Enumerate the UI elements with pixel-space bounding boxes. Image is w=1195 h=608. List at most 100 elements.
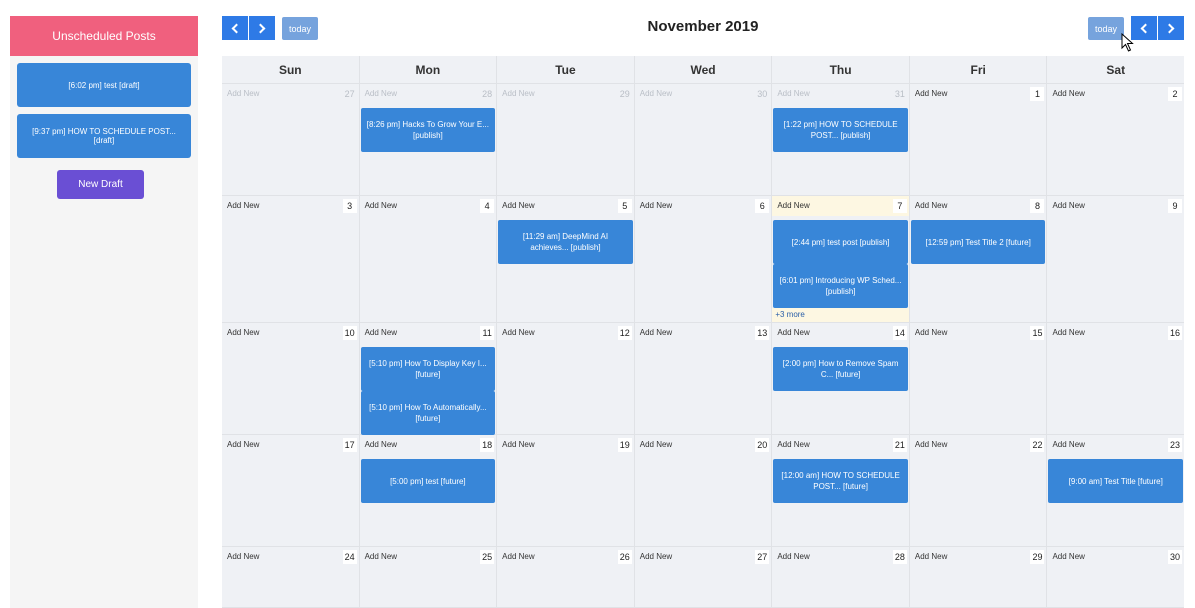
add-new-link[interactable]: Add New	[365, 89, 397, 98]
day-cell[interactable]: Add New 22	[910, 435, 1048, 546]
calendar-event[interactable]: [2:44 pm] test post [publish]	[773, 220, 908, 264]
next-month-button-left[interactable]	[249, 16, 275, 40]
today-button-left[interactable]: today	[282, 17, 318, 40]
day-cell[interactable]: Add New 18 [5:00 pm] test [future]	[360, 435, 498, 546]
add-new-link[interactable]: Add New	[365, 552, 397, 561]
add-new-link[interactable]: Add New	[1052, 440, 1084, 449]
add-new-link[interactable]: Add New	[640, 89, 672, 98]
today-button-right[interactable]: today	[1088, 17, 1124, 40]
add-new-link[interactable]: Add New	[915, 201, 947, 210]
day-cell[interactable]: Add New 16	[1047, 323, 1184, 434]
prev-month-button-left[interactable]	[222, 16, 248, 40]
day-cell[interactable]: Add New 4	[360, 196, 498, 322]
day-cell[interactable]: Add New 26	[497, 547, 635, 607]
day-cell[interactable]: Add New 7 [2:44 pm] test post [publish] [6:…	[772, 196, 910, 322]
day-cell[interactable]: Add New 1	[910, 84, 1048, 195]
add-new-link[interactable]: Add New	[777, 328, 809, 337]
add-new-link[interactable]: Add New	[502, 552, 534, 561]
calendar-event[interactable]: [11:29 am] DeepMind AI achieves... [publ…	[498, 220, 633, 264]
add-new-link[interactable]: Add New	[1052, 328, 1084, 337]
calendar-event[interactable]: [5:10 pm] How To Automatically... [futur…	[360, 391, 496, 435]
day-number: 29	[619, 89, 630, 99]
add-new-link[interactable]: Add New	[227, 328, 259, 337]
day-cell[interactable]: Add New 28	[772, 547, 910, 607]
add-new-link[interactable]: Add New	[915, 89, 947, 98]
day-cell[interactable]: Add New 10	[222, 323, 360, 434]
day-cell-header: Add New 26	[497, 547, 634, 567]
day-cell[interactable]: Add New 21 [12:00 am] HOW TO SCHEDULE POST…	[772, 435, 910, 546]
calendar-event[interactable]: [5:10 pm] How To Display Key I... [futur…	[360, 347, 496, 391]
new-draft-button[interactable]: New Draft	[57, 170, 144, 199]
day-cell[interactable]: Add New 29	[497, 84, 635, 195]
add-new-link[interactable]: Add New	[365, 201, 397, 210]
add-new-link[interactable]: Add New	[915, 328, 947, 337]
add-new-link[interactable]: Add New	[1052, 552, 1084, 561]
add-new-link[interactable]: Add New	[1052, 201, 1084, 210]
day-cell[interactable]: Add New 25	[360, 547, 498, 607]
calendar-event[interactable]: [2:00 pm] How to Remove Spam C... [futur…	[773, 347, 908, 391]
add-new-link[interactable]: Add New	[1052, 89, 1084, 98]
day-number: 26	[617, 550, 632, 564]
calendar-event[interactable]: [9:00 am] Test Title [future]	[1048, 459, 1184, 503]
calendar-event[interactable]: [1:22 pm] HOW TO SCHEDULE POST... [publi…	[773, 108, 908, 152]
day-cell[interactable]: Add New 23 [9:00 am] Test Title [future]	[1047, 435, 1184, 546]
add-new-link[interactable]: Add New	[227, 552, 259, 561]
add-new-link[interactable]: Add New	[227, 89, 259, 98]
calendar-event[interactable]: [5:00 pm] test [future]	[360, 459, 496, 503]
draft-item[interactable]: [9:37 pm] HOW TO SCHEDULE POST... [draft…	[17, 114, 191, 158]
add-new-link[interactable]: Add New	[502, 328, 534, 337]
day-cell[interactable]: Add New 13	[635, 323, 773, 434]
day-cell[interactable]: Add New 17	[222, 435, 360, 546]
day-cell[interactable]: Add New 14 [2:00 pm] How to Remove Spam C.…	[772, 323, 910, 434]
add-new-link[interactable]: Add New	[777, 440, 809, 449]
day-cell[interactable]: Add New 2	[1047, 84, 1184, 195]
day-cell[interactable]: Add New 31 [1:22 pm] HOW TO SCHEDULE POST.…	[772, 84, 910, 195]
day-cell[interactable]: Add New 27	[635, 547, 773, 607]
calendar-event[interactable]: [12:00 am] HOW TO SCHEDULE POST... [futu…	[773, 459, 908, 503]
add-new-link[interactable]: Add New	[777, 552, 809, 561]
day-cell[interactable]: Add New 24	[222, 547, 360, 607]
day-cell[interactable]: Add New 28 [8:26 pm] Hacks To Grow Your E.…	[360, 84, 498, 195]
day-cell-header: Add New 29	[497, 84, 634, 104]
day-cell-header: Add New 30	[635, 84, 772, 104]
more-events-link[interactable]: +3 more	[775, 310, 805, 319]
day-cell[interactable]: Add New 6	[635, 196, 773, 322]
day-cell[interactable]: Add New 19	[497, 435, 635, 546]
add-new-link[interactable]: Add New	[777, 201, 809, 210]
add-new-link[interactable]: Add New	[640, 201, 672, 210]
day-cell[interactable]: Add New 5 [11:29 am] DeepMind AI achieves.…	[497, 196, 635, 322]
add-new-link[interactable]: Add New	[227, 440, 259, 449]
add-new-link[interactable]: Add New	[915, 440, 947, 449]
day-cell[interactable]: Add New 30	[1047, 547, 1184, 607]
day-cell[interactable]: Add New 12	[497, 323, 635, 434]
day-cell[interactable]: Add New 27	[222, 84, 360, 195]
draft-item[interactable]: [6:02 pm] test [draft]	[17, 63, 191, 107]
calendar-event[interactable]: [8:26 pm] Hacks To Grow Your E... [publi…	[360, 108, 496, 152]
day-cell-header: Add New 6	[635, 196, 772, 216]
add-new-link[interactable]: Add New	[640, 440, 672, 449]
calendar-event[interactable]: [12:59 pm] Test Title 2 [future]	[910, 220, 1046, 264]
day-cell[interactable]: Add New 11 [5:10 pm] How To Display Key I.…	[360, 323, 498, 435]
add-new-link[interactable]: Add New	[502, 201, 534, 210]
day-cell[interactable]: Add New 3	[222, 196, 360, 322]
day-cell[interactable]: Add New 30	[635, 84, 773, 195]
add-new-link[interactable]: Add New	[502, 440, 534, 449]
day-cell[interactable]: Add New 15	[910, 323, 1048, 434]
add-new-link[interactable]: Add New	[227, 201, 259, 210]
add-new-link[interactable]: Add New	[365, 440, 397, 449]
add-new-link[interactable]: Add New	[502, 89, 534, 98]
day-cell[interactable]: Add New 20	[635, 435, 773, 546]
day-cell[interactable]: Add New 9	[1047, 196, 1184, 322]
add-new-link[interactable]: Add New	[777, 89, 809, 98]
day-cell[interactable]: Add New 29	[910, 547, 1048, 607]
add-new-link[interactable]: Add New	[640, 552, 672, 561]
next-month-button-right[interactable]	[1158, 16, 1184, 40]
day-number: 11	[480, 326, 495, 340]
day-number: 24	[342, 550, 357, 564]
add-new-link[interactable]: Add New	[640, 328, 672, 337]
calendar-event[interactable]: [6:01 pm] Introducing WP Sched... [publi…	[773, 264, 908, 308]
day-cell-header: Add New 28	[772, 547, 909, 567]
add-new-link[interactable]: Add New	[365, 328, 397, 337]
add-new-link[interactable]: Add New	[915, 552, 947, 561]
day-cell[interactable]: Add New 8 [12:59 pm] Test Title 2 [future]	[910, 196, 1048, 322]
